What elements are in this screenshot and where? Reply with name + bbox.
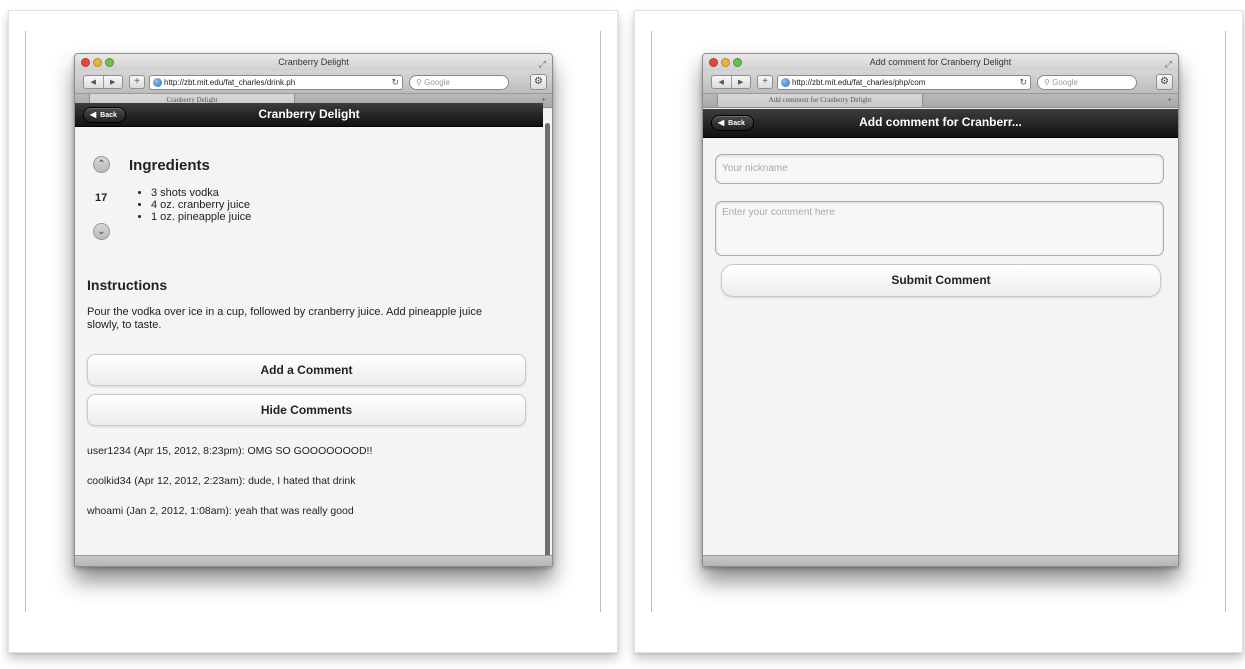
globe-icon [153,78,162,87]
list-item: 4 oz. cranberry juice [151,199,251,211]
reload-icon[interactable]: ↻ [391,76,399,89]
reload-icon[interactable]: ↻ [1019,76,1027,89]
address-text: http://zbt.mit.edu/fat_charles/drink.ph [164,78,296,87]
frame-rule [600,31,601,612]
page-header: ◀ Back Add comment for Cranberr... [703,109,1178,138]
address-bar[interactable]: http://zbt.mit.edu/fat_charles/drink.ph … [149,75,403,90]
browser-toolbar: ◀ ▶ + http://zbt.mit.edu/fat_charles/dri… [75,71,552,94]
forward-arrow-icon[interactable]: ▶ [730,76,751,88]
tab-add-comment[interactable]: Add comment for Cranberry Delight [717,94,923,108]
submit-comment-button[interactable]: Submit Comment [721,264,1161,297]
gear-icon[interactable]: ⚙ [530,74,547,90]
nickname-placeholder: Your nickname [722,163,788,174]
window-title: Cranberry Delight [278,57,349,67]
search-placeholder: Google [424,78,450,87]
status-bar [703,555,1178,566]
traffic-lights [709,58,742,67]
screenshot-frame-left: Cranberry Delight ⤢ ◀ ▶ + http://zbt.mit… [8,10,618,653]
frame-rule [651,31,652,612]
frame-rule [1225,31,1226,612]
comment-placeholder: Enter your comment here [722,207,835,218]
frame-rule [25,31,26,612]
browser-window-add-comment: Add comment for Cranberry Delight ⤢ ◀ ▶ … [702,53,1179,567]
zoom-icon[interactable] [733,58,742,67]
window-titlebar: Add comment for Cranberry Delight ⤢ [703,54,1178,71]
status-bar [75,555,552,566]
search-icon: ⚲ [1044,78,1053,87]
close-icon[interactable] [709,58,718,67]
tab-bar: Add comment for Cranberry Delight + [703,94,1178,108]
minimize-icon[interactable] [93,58,102,67]
page-content: ◀ Back Add comment for Cranberr... Your n… [703,109,1178,566]
page-title: Cranberry Delight [258,107,360,121]
window-title: Add comment for Cranberry Delight [869,57,1012,67]
gear-icon[interactable]: ⚙ [1156,74,1173,90]
nickname-field[interactable]: Your nickname [715,154,1164,184]
hide-comments-button[interactable]: Hide Comments [87,394,526,426]
zoom-icon[interactable] [105,58,114,67]
ingredient-list: 3 shots vodka 4 oz. cranberry juice 1 oz… [131,187,251,223]
instructions-heading: Instructions [87,277,168,293]
search-icon: ⚲ [416,78,425,87]
browser-toolbar: ◀ ▶ + http://zbt.mit.edu/fat_charles/php… [703,71,1178,94]
address-bar[interactable]: http://zbt.mit.edu/fat_charles/php/com ↻ [777,75,1031,90]
page-title: Add comment for Cranberr... [859,115,1022,129]
browser-window-drink: Cranberry Delight ⤢ ◀ ▶ + http://zbt.mit… [74,53,553,567]
list-item: 3 shots vodka [151,187,251,199]
back-button[interactable]: ◀ Back [711,115,754,131]
vote-count: 17 [95,192,108,204]
back-button[interactable]: ◀ Back [83,107,126,123]
back-label: Back [728,120,745,127]
search-field[interactable]: ⚲ Google [1037,75,1137,90]
window-titlebar: Cranberry Delight ⤢ [75,54,552,71]
comment-textarea[interactable]: Enter your comment here [715,201,1164,256]
chevron-left-icon: ◀ [90,110,97,119]
down-chevron-icon[interactable]: ⌄ [93,223,110,240]
search-field[interactable]: ⚲ Google [409,75,509,90]
forward-arrow-icon[interactable]: ▶ [102,76,123,88]
add-bookmark-button[interactable]: + [757,75,773,89]
back-arrow-icon[interactable]: ◀ [712,76,731,88]
comment-item: whoami (Jan 2, 2012, 1:08am): yeah that … [87,505,354,517]
close-icon[interactable] [81,58,90,67]
comment-item: user1234 (Apr 15, 2012, 8:23pm): OMG SO … [87,445,373,457]
scrollbar[interactable] [545,123,550,560]
comment-item: coolkid34 (Apr 12, 2012, 2:23am): dude, … [87,475,356,487]
history-buttons: ◀ ▶ [711,75,751,89]
chevron-left-icon: ◀ [718,118,725,127]
address-text: http://zbt.mit.edu/fat_charles/php/com [792,78,926,87]
add-comment-button[interactable]: Add a Comment [87,354,526,386]
history-buttons: ◀ ▶ [83,75,123,89]
minimize-icon[interactable] [721,58,730,67]
screenshot-frame-right: Add comment for Cranberry Delight ⤢ ◀ ▶ … [634,10,1243,653]
new-tab-icon[interactable]: + [1167,95,1172,104]
search-placeholder: Google [1052,78,1078,87]
back-label: Back [100,112,117,119]
list-item: 1 oz. pineapple juice [151,211,251,223]
traffic-lights [81,58,114,67]
page-header: ◀ Back Cranberry Delight [75,103,543,127]
instructions-text: Pour the vodka over ice in a cup, follow… [87,306,483,331]
ingredients-heading: Ingredients [129,157,210,174]
globe-icon [781,78,790,87]
page-content: ◀ Back Cranberry Delight ⌃ Ingredients 17… [75,103,552,566]
add-bookmark-button[interactable]: + [129,75,145,89]
back-arrow-icon[interactable]: ◀ [84,76,103,88]
up-chevron-icon[interactable]: ⌃ [93,156,110,173]
